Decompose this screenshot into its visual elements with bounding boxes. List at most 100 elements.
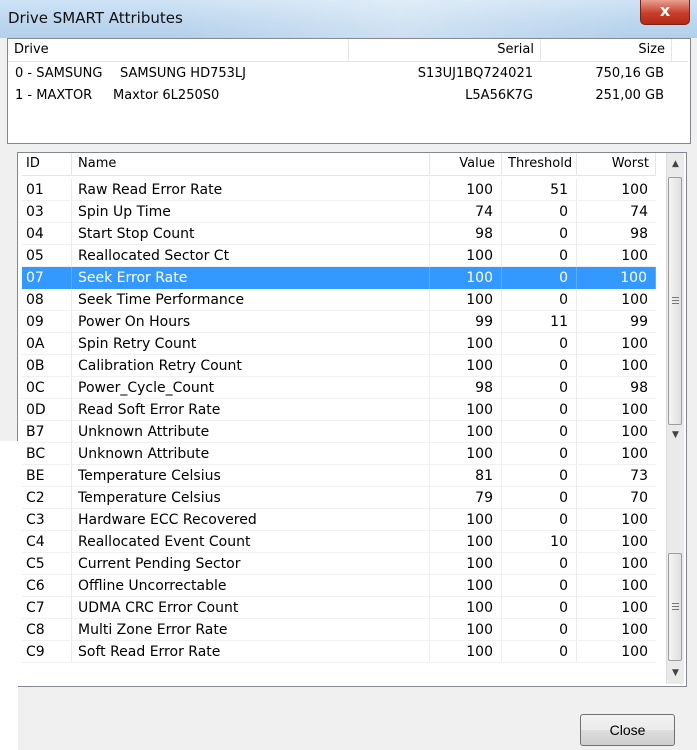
- cell-worst: 100: [621, 248, 648, 264]
- cell-value: 100: [430, 355, 502, 377]
- scrollbar-thumb-upper[interactable]: [668, 177, 682, 425]
- cell-id: 0C: [22, 377, 72, 399]
- table-row[interactable]: 0C Power_Cycle_Count 98 0 98: [22, 377, 656, 399]
- drive-row[interactable]: 0 - SAMSUNG SAMSUNG HD753LJ S13UJ1BQ724021…: [8, 63, 688, 85]
- cell-threshold: 0: [502, 377, 577, 399]
- cell-value: 100: [430, 575, 502, 597]
- table-row[interactable]: BE Temperature Celsius 81 0 73: [22, 465, 656, 487]
- column-header-id[interactable]: ID: [22, 153, 72, 175]
- column-header-serial[interactable]: Serial: [349, 39, 541, 61]
- table-row[interactable]: BC Unknown Attribute 100 0 100: [22, 443, 656, 465]
- table-row[interactable]: 04 Start Stop Count 98 0 98: [22, 223, 656, 245]
- screenshot-mask: [0, 441, 18, 750]
- cell-threshold: 0: [502, 201, 577, 223]
- cell-worst: 100: [621, 578, 648, 594]
- cell-id: C2: [22, 487, 72, 509]
- drive-list[interactable]: Drive Serial Size 0 - SAMSUNG SAMSUNG HD7…: [7, 38, 691, 144]
- column-header-name[interactable]: Name: [72, 153, 430, 175]
- cell-value: 98: [430, 223, 502, 245]
- cell-threshold: 0: [502, 509, 577, 531]
- grip-icon: [672, 603, 679, 610]
- cell-threshold: 0: [502, 465, 577, 487]
- drive-row[interactable]: 1 - MAXTOR Maxtor 6L250S0 L5A56K7G 251,00 G…: [8, 85, 688, 107]
- close-button[interactable]: Close: [580, 714, 675, 746]
- table-row[interactable]: 03 Spin Up Time 74 0 74: [22, 201, 656, 223]
- cell-name: Seek Error Rate: [72, 267, 430, 289]
- cell-id: C9: [22, 641, 72, 663]
- cell-value: 100: [430, 553, 502, 575]
- table-row-selected[interactable]: 07 Seek Error Rate 100 0 100: [22, 267, 656, 289]
- cell-value: 74: [430, 201, 502, 223]
- cell-threshold: 11: [502, 311, 577, 333]
- window-title: Drive SMART Attributes: [8, 9, 183, 27]
- cell-threshold: 0: [502, 619, 577, 641]
- cell-id: 05: [22, 245, 72, 267]
- column-header-threshold[interactable]: Threshold: [502, 153, 577, 175]
- scroll-down-icon[interactable]: ▼: [670, 668, 681, 679]
- drive-id: 0 - SAMSUNG: [15, 66, 103, 81]
- column-header-value[interactable]: Value: [430, 153, 502, 175]
- cell-name: Read Soft Error Rate: [72, 399, 430, 421]
- table-row[interactable]: C3 Hardware ECC Recovered 100 0 100: [22, 509, 656, 531]
- table-row[interactable]: 0D Read Soft Error Rate 100 0 100: [22, 399, 656, 421]
- cell-name: Unknown Attribute: [72, 443, 430, 465]
- window-close-icon[interactable]: x: [640, 0, 690, 25]
- cell-threshold: 0: [502, 575, 577, 597]
- smart-table-header: ID Name Value Threshold Worst: [22, 153, 656, 176]
- cell-value: 100: [430, 289, 502, 311]
- table-row[interactable]: C8 Multi Zone Error Rate 100 0 100: [22, 619, 656, 641]
- table-row[interactable]: C9 Soft Read Error Rate 100 0 100: [22, 641, 656, 663]
- cell-name: Calibration Retry Count: [72, 355, 430, 377]
- column-header-worst[interactable]: Worst: [577, 153, 656, 175]
- cell-threshold: 0: [502, 641, 577, 663]
- table-row[interactable]: C7 UDMA CRC Error Count 100 0 100: [22, 597, 656, 619]
- cell-id: C6: [22, 575, 72, 597]
- cell-name: Hardware ECC Recovered: [72, 509, 430, 531]
- cell-value: 100: [430, 399, 502, 421]
- cell-threshold: 0: [502, 399, 577, 421]
- scrollbar-thumb-lower[interactable]: [668, 553, 682, 661]
- table-row[interactable]: 05 Reallocated Sector Ct 100 0 100: [22, 245, 656, 267]
- drive-size: 251,00 GB: [595, 88, 664, 103]
- table-row[interactable]: C5 Current Pending Sector 100 0 100: [22, 553, 656, 575]
- cell-value: 100: [430, 531, 502, 553]
- cell-threshold: 10: [502, 531, 577, 553]
- table-row[interactable]: 08 Seek Time Performance 100 0 100: [22, 289, 656, 311]
- drive-serial: L5A56K7G: [465, 88, 533, 103]
- table-row[interactable]: B7 Unknown Attribute 100 0 100: [22, 421, 656, 443]
- cell-worst: 100: [621, 512, 648, 528]
- cell-worst: 100: [621, 622, 648, 638]
- cell-id: C4: [22, 531, 72, 553]
- cell-worst: 99: [630, 314, 648, 330]
- table-row[interactable]: 0A Spin Retry Count 100 0 100: [22, 333, 656, 355]
- cell-value: 100: [430, 245, 502, 267]
- grip-icon: [672, 297, 679, 304]
- table-row[interactable]: C6 Offline Uncorrectable 100 0 100: [22, 575, 656, 597]
- scroll-up-icon[interactable]: ▲: [670, 159, 681, 170]
- table-row[interactable]: 0B Calibration Retry Count 100 0 100: [22, 355, 656, 377]
- table-row[interactable]: C2 Temperature Celsius 79 0 70: [22, 487, 656, 509]
- cell-id: 04: [22, 223, 72, 245]
- cell-name: Seek Time Performance: [72, 289, 430, 311]
- cell-id: C5: [22, 553, 72, 575]
- cell-worst: 70: [630, 490, 648, 506]
- scroll-down-icon[interactable]: ▼: [670, 430, 681, 441]
- cell-worst: 100: [621, 556, 648, 572]
- table-row[interactable]: C4 Reallocated Event Count 100 10 100: [22, 531, 656, 553]
- cell-id: BE: [22, 465, 72, 487]
- table-row[interactable]: 01 Raw Read Error Rate 100 51 100: [22, 179, 656, 201]
- cell-worst: 100: [621, 600, 648, 616]
- smart-attributes-table[interactable]: ID Name Value Threshold Worst 01 Raw Read…: [17, 152, 687, 687]
- cell-id: BC: [22, 443, 72, 465]
- cell-worst: 98: [630, 380, 648, 396]
- cell-value: 98: [430, 377, 502, 399]
- cell-name: Multi Zone Error Rate: [72, 619, 430, 641]
- cell-threshold: 0: [502, 487, 577, 509]
- column-header-size[interactable]: Size: [541, 39, 672, 61]
- column-header-drive[interactable]: Drive: [8, 39, 349, 61]
- cell-threshold: 0: [502, 355, 577, 377]
- table-row[interactable]: 09 Power On Hours 99 11 99: [22, 311, 656, 333]
- cell-id: C3: [22, 509, 72, 531]
- cell-value: 100: [430, 179, 502, 201]
- vertical-scrollbar[interactable]: ▲ ▼ ▼: [666, 153, 684, 684]
